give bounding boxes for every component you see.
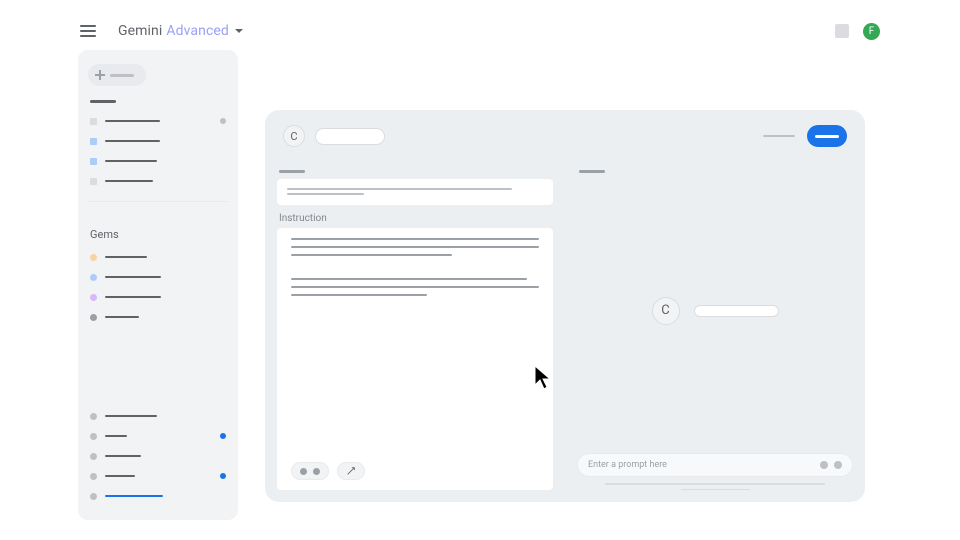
notification-dot <box>220 473 226 479</box>
name-label <box>279 170 305 173</box>
gem-name-pill[interactable] <box>315 128 385 145</box>
apps-icon[interactable] <box>835 24 849 38</box>
placeholder-line <box>763 135 795 138</box>
placeholder-line <box>105 435 127 438</box>
nav-icon <box>90 413 97 420</box>
instruction-label: Instruction <box>279 213 553 224</box>
sidebar-activity[interactable] <box>88 447 228 465</box>
nav-icon <box>90 493 97 500</box>
editor-column: Instruction <box>265 162 565 502</box>
chat-icon <box>90 138 97 145</box>
placeholder-line <box>105 495 163 498</box>
conversation-item[interactable] <box>88 152 228 170</box>
sidebar-location[interactable] <box>88 487 228 505</box>
placeholder-line <box>105 160 157 163</box>
menu-icon[interactable] <box>80 25 96 37</box>
placeholder-line <box>105 296 161 299</box>
nav-icon <box>90 453 97 460</box>
recent-heading <box>90 100 116 103</box>
new-chat-button[interactable] <box>88 64 146 86</box>
brand-name: Gemini <box>118 23 162 39</box>
placeholder-line <box>105 475 135 478</box>
magic-rewrite-button[interactable] <box>337 462 365 480</box>
placeholder-line <box>105 455 141 458</box>
sidebar-gem-manager[interactable] <box>88 407 228 425</box>
preview-column: C Enter a prompt here <box>565 162 865 502</box>
preview-stage: C <box>577 179 853 444</box>
preview-greeting <box>694 305 779 317</box>
gem-item[interactable] <box>88 288 228 306</box>
attach-button[interactable] <box>291 462 329 480</box>
sidebar-help[interactable] <box>88 427 228 445</box>
image-icon[interactable] <box>820 461 828 469</box>
preview-disclaimer <box>577 483 853 490</box>
gem-name-input[interactable] <box>277 179 553 205</box>
panel-header: C <box>265 110 865 162</box>
gem-editor-panel: C Instruction <box>265 110 865 502</box>
chat-icon <box>90 158 97 165</box>
nav-icon <box>90 473 97 480</box>
notification-dot <box>220 433 226 439</box>
avatar[interactable]: F <box>863 23 880 40</box>
mic-icon[interactable] <box>834 461 842 469</box>
brand-tier: Advanced <box>166 23 229 39</box>
plus-icon <box>95 70 105 80</box>
preview-prompt-input[interactable]: Enter a prompt here <box>577 453 853 477</box>
sidebar: Gems <box>78 50 238 520</box>
preview-gem-avatar: C <box>652 297 680 325</box>
placeholder-line <box>105 316 139 319</box>
brand-switcher[interactable]: Gemini Advanced <box>118 23 243 39</box>
gem-color-dot <box>90 314 97 321</box>
chevron-down-icon <box>235 29 243 37</box>
placeholder-line <box>105 276 161 279</box>
gem-color-dot <box>90 274 97 281</box>
status-dot <box>220 118 226 124</box>
gems-heading: Gems <box>90 228 226 241</box>
placeholder-line <box>105 415 157 418</box>
placeholder-line <box>105 120 160 123</box>
instruction-textarea[interactable] <box>277 228 553 491</box>
gem-avatar[interactable]: C <box>283 125 305 147</box>
divider <box>88 201 228 202</box>
conversation-item[interactable] <box>88 172 228 190</box>
topbar: Gemini Advanced F <box>80 20 880 42</box>
placeholder-line <box>105 140 160 143</box>
conversation-item[interactable] <box>88 112 228 130</box>
gem-item[interactable] <box>88 268 228 286</box>
chat-icon <box>90 118 97 125</box>
gem-color-dot <box>90 294 97 301</box>
placeholder-line <box>110 74 134 77</box>
gem-item[interactable] <box>88 308 228 326</box>
chat-icon <box>90 178 97 185</box>
gem-color-dot <box>90 254 97 261</box>
gem-item[interactable] <box>88 248 228 266</box>
placeholder-line <box>105 256 147 259</box>
preview-label <box>579 170 605 173</box>
prompt-placeholder: Enter a prompt here <box>588 460 667 470</box>
save-button[interactable] <box>807 125 847 147</box>
conversation-item[interactable] <box>88 132 228 150</box>
sidebar-settings[interactable] <box>88 467 228 485</box>
nav-icon <box>90 433 97 440</box>
placeholder-line <box>105 180 153 183</box>
